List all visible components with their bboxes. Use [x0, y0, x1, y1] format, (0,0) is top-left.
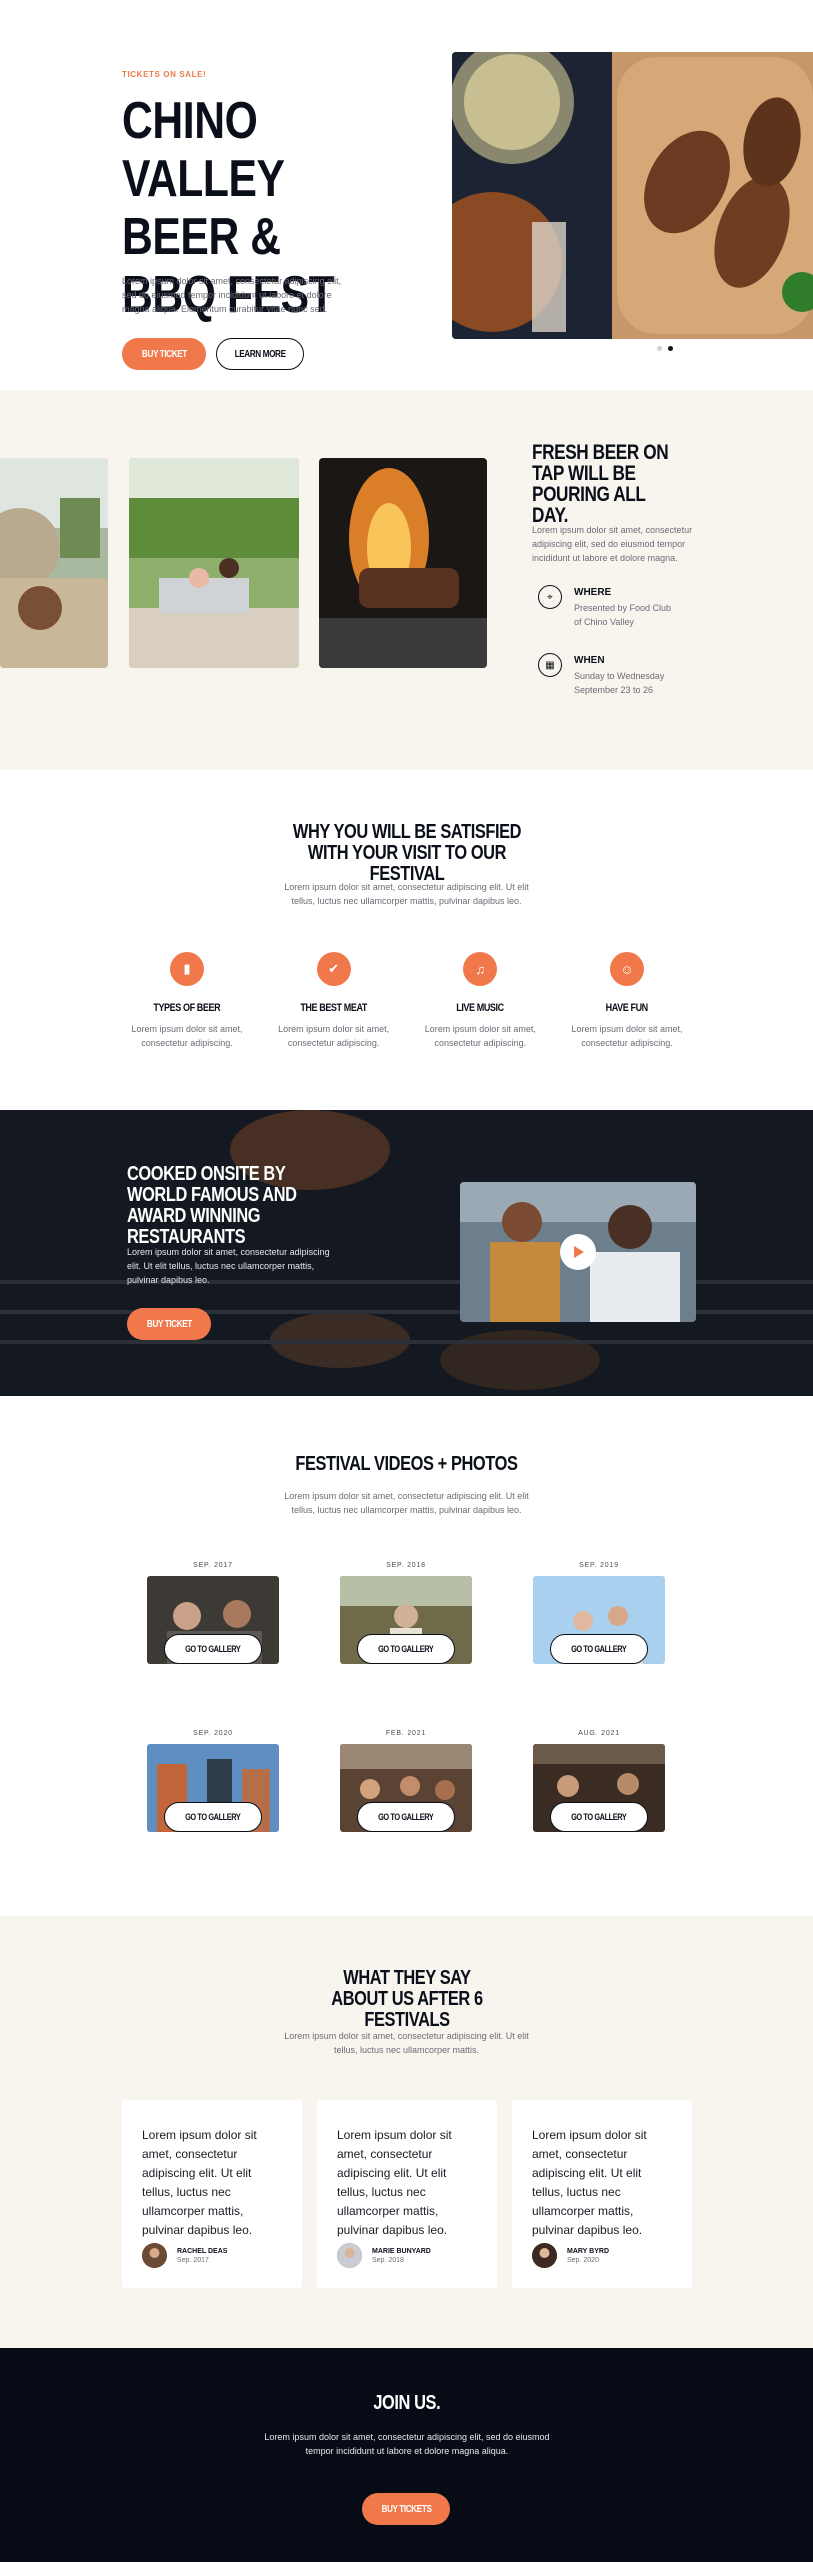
slider-dot-active[interactable]	[668, 346, 673, 351]
author-date: Sep. 2018	[372, 2256, 404, 2264]
event-image-flame-grill	[319, 458, 487, 668]
music-icon: ♫	[463, 952, 498, 986]
avatar	[532, 2243, 557, 2268]
feature-item: ♫ LIVE MUSIC Lorem ipsum dolor sit amet,…	[415, 952, 545, 1050]
where-info: ⌖ WHERE Presented by Food Club of Chino …	[538, 585, 674, 629]
gallery-date: SEP. 2020	[193, 1730, 233, 1737]
hero-section: TICKETS ON SALE! CHINO VALLEY BEER & BBQ…	[0, 0, 813, 390]
join-section: JOIN US. Lorem ipsum dolor sit amet, con…	[0, 2348, 813, 2562]
go-to-gallery-button[interactable]: GO TO GALLERY	[550, 1802, 648, 1832]
buy-ticket-button[interactable]: BUY TICKET	[122, 338, 206, 370]
testimonial-author: RACHEL DEAS Sep. 2017	[142, 2243, 227, 2268]
where-label: WHERE	[574, 587, 612, 598]
feature-item: ✔ THE BEST MEAT Lorem ipsum dolor sit am…	[269, 952, 399, 1050]
testimonial-quote: Lorem ipsum dolor sit amet, consectetur …	[337, 2128, 452, 2237]
author-date: Sep. 2017	[177, 2256, 209, 2264]
gallery-date: SEP. 2017	[193, 1562, 233, 1569]
cooked-buy-ticket-button[interactable]: BUY TICKET	[127, 1308, 211, 1340]
hero-image-grilled-meat	[452, 52, 813, 339]
gallery-item: SEP. 2018 GO TO GALLERY	[340, 1562, 472, 1664]
hero-slider-dots	[657, 346, 673, 351]
go-to-gallery-button[interactable]: GO TO GALLERY	[550, 1634, 648, 1664]
play-icon	[574, 1246, 584, 1258]
gallery-date: SEP. 2019	[579, 1562, 619, 1569]
cooked-title: COOKED ONSITE BY WORLD FAMOUS AND AWARD …	[127, 1163, 297, 1248]
join-title: JOIN US.	[373, 2392, 440, 2414]
go-to-gallery-button[interactable]: GO TO GALLERY	[164, 1634, 262, 1664]
learn-more-button[interactable]: LEARN MORE	[216, 338, 304, 370]
cooked-section: COOKED ONSITE BY WORLD FAMOUS AND AWARD …	[0, 1110, 813, 1396]
calendar-icon: ▦	[538, 653, 562, 677]
slider-dot[interactable]	[657, 346, 662, 351]
gallery-date: FEB. 2021	[385, 1730, 427, 1737]
feature-title: THE BEST MEAT	[300, 1002, 367, 1014]
video-thumbnail[interactable]	[460, 1182, 696, 1322]
event-image-bbq-party	[0, 458, 108, 668]
gallery-section: FESTIVAL VIDEOS + PHOTOS Lorem ipsum dol…	[0, 1396, 813, 1916]
beer-icon: ▮	[170, 952, 204, 986]
feature-title: HAVE FUN	[605, 1002, 649, 1014]
testimonial-author: MARIE BUNYARD Sep. 2018	[337, 2243, 431, 2268]
map-icon: ⌖	[538, 585, 562, 609]
gallery-text: Lorem ipsum dolor sit amet, consectetur …	[284, 1491, 529, 1515]
go-to-gallery-button[interactable]: GO TO GALLERY	[164, 1802, 262, 1832]
features-title: WHY YOU WILL BE SATISFIED WITH YOUR VISI…	[292, 821, 521, 885]
testimonial-card: Lorem ipsum dolor sit amet, consectetur …	[122, 2100, 302, 2288]
cooked-text: Lorem ipsum dolor sit amet, consectetur …	[127, 1247, 330, 1285]
event-section: FRESH BEER ON TAP WILL BE POURING ALL DA…	[0, 390, 813, 770]
testimonial-author: MARY BYRD Sep. 2020	[532, 2243, 609, 2268]
gallery-item: SEP. 2020 GO TO GALLERY	[147, 1730, 279, 1832]
when-value: Sunday to Wednesday September 23 to 26	[574, 671, 665, 695]
feature-text: Lorem ipsum dolor sit amet, consectetur …	[424, 1024, 536, 1048]
testimonial-quote: Lorem ipsum dolor sit amet, consectetur …	[142, 2128, 257, 2237]
features-text: Lorem ipsum dolor sit amet, consectetur …	[284, 882, 529, 906]
check-icon: ✔	[316, 952, 351, 986]
feature-text: Lorem ipsum dolor sit amet, consectetur …	[571, 1024, 683, 1048]
gallery-date: AUG. 2021	[578, 1730, 620, 1737]
gallery-item: SEP. 2019 GO TO GALLERY	[533, 1562, 665, 1664]
gallery-date: SEP. 2018	[386, 1562, 426, 1569]
gallery-item: FEB. 2021 GO TO GALLERY	[340, 1730, 472, 1832]
event-title: FRESH BEER ON TAP WILL BE POURING ALL DA…	[532, 441, 669, 527]
testimonials-title: WHAT THEY SAY ABOUT US AFTER 6 FESTIVALS	[330, 1967, 483, 2031]
features-grid: ▮ TYPES OF BEER Lorem ipsum dolor sit am…	[122, 952, 692, 1050]
hero-buttons: BUY TICKET LEARN MORE	[122, 338, 304, 370]
when-label: WHEN	[574, 655, 605, 666]
testimonial-card: Lorem ipsum dolor sit amet, consectetur …	[317, 2100, 497, 2288]
feature-title: LIVE MUSIC	[456, 1002, 505, 1014]
go-to-gallery-button[interactable]: GO TO GALLERY	[357, 1634, 455, 1664]
author-date: Sep. 2020	[567, 2256, 599, 2264]
gallery-item: SEP. 2017 GO TO GALLERY	[147, 1562, 279, 1664]
testimonials-section: WHAT THEY SAY ABOUT US AFTER 6 FESTIVALS…	[0, 1916, 813, 2348]
where-value: Presented by Food Club of Chino Valley	[574, 603, 672, 627]
feature-title: TYPES OF BEER	[153, 1002, 221, 1014]
hero-kicker: TICKETS ON SALE!	[122, 70, 207, 79]
event-image-kids-garden	[129, 458, 299, 668]
buy-tickets-button[interactable]: BUY TICKETS	[362, 2493, 450, 2525]
avatar	[337, 2243, 362, 2268]
testimonials-text: Lorem ipsum dolor sit amet, consectetur …	[284, 2031, 529, 2055]
author-name: MARIE BUNYARD	[372, 2247, 431, 2255]
testimonial-card: Lorem ipsum dolor sit amet, consectetur …	[512, 2100, 692, 2288]
hero-text: Lorem ipsum dolor sit amet, consectetur …	[122, 276, 342, 314]
features-section: WHY YOU WILL BE SATISFIED WITH YOUR VISI…	[0, 770, 813, 1110]
event-text: Lorem ipsum dolor sit amet, consectetur …	[532, 525, 693, 563]
play-button[interactable]	[560, 1234, 596, 1270]
feature-item: ▮ TYPES OF BEER Lorem ipsum dolor sit am…	[122, 952, 252, 1050]
gallery-item: AUG. 2021 GO TO GALLERY	[533, 1730, 665, 1832]
join-text: Lorem ipsum dolor sit amet, consectetur …	[264, 2432, 550, 2456]
feature-text: Lorem ipsum dolor sit amet, consectetur …	[278, 1024, 390, 1048]
feature-item: ☺ HAVE FUN Lorem ipsum dolor sit amet, c…	[562, 952, 692, 1050]
author-name: MARY BYRD	[567, 2247, 610, 2255]
feature-text: Lorem ipsum dolor sit amet, consectetur …	[131, 1024, 243, 1048]
go-to-gallery-button[interactable]: GO TO GALLERY	[357, 1802, 455, 1832]
author-name: RACHEL DEAS	[177, 2247, 228, 2255]
smile-icon: ☺	[609, 952, 644, 986]
when-info: ▦ WHEN Sunday to Wednesday September 23 …	[538, 653, 674, 697]
gallery-title: FESTIVAL VIDEOS + PHOTOS	[295, 1453, 518, 1475]
avatar	[142, 2243, 167, 2268]
testimonial-quote: Lorem ipsum dolor sit amet, consectetur …	[532, 2128, 647, 2237]
